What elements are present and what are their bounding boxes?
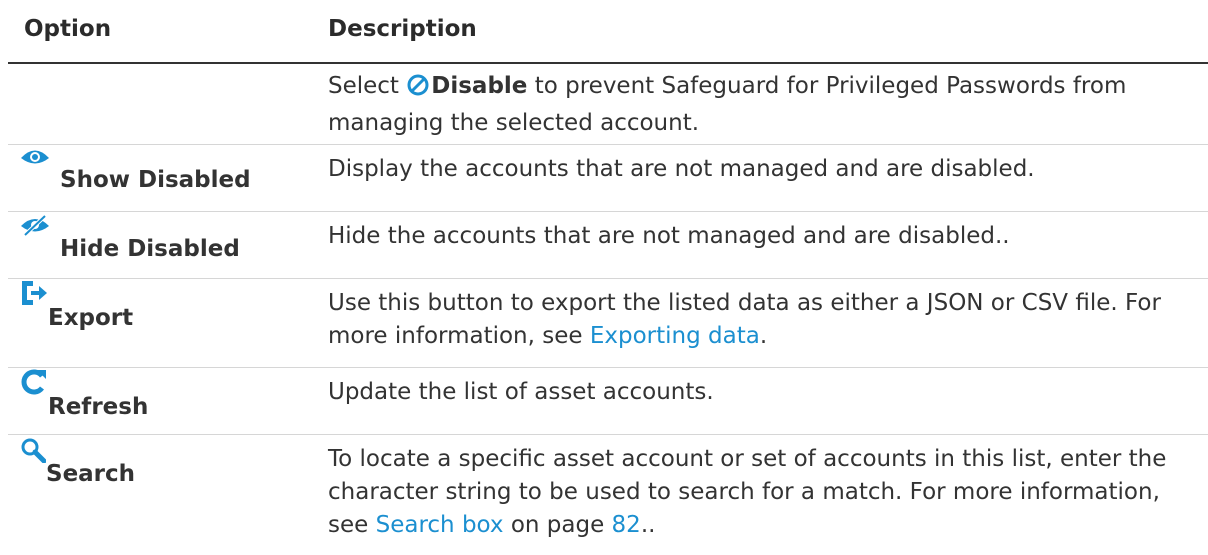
description-cell: Use this button to export the listed dat… — [328, 290, 1161, 349]
header-option: Option — [24, 16, 112, 42]
option-search: Search — [20, 438, 135, 487]
description-cell: Update the list of asset accounts. — [328, 379, 714, 405]
table-header: Option Description — [8, 0, 1208, 64]
table-row-refresh: Refresh Update the list of asset account… — [8, 368, 1208, 435]
option-export: Export — [20, 281, 133, 331]
description-cell: Display the accounts that are not manage… — [328, 156, 1035, 182]
description-cell: Hide the accounts that are not managed a… — [328, 223, 1010, 249]
table-row-export: Export Use this button to export the lis… — [8, 279, 1208, 368]
eye-slash-icon — [20, 214, 50, 242]
header-description: Description — [328, 16, 477, 42]
search-icon — [20, 437, 47, 469]
refresh-icon — [20, 368, 48, 402]
table-row-disable: Select Disable to prevent Safeguard for … — [8, 64, 1208, 145]
page-82-link[interactable]: 82 — [612, 512, 641, 538]
table-row-hide-disabled: Hide Disabled Hide the accounts that are… — [8, 212, 1208, 279]
search-box-link[interactable]: Search box — [376, 512, 504, 538]
table-row-show-disabled: Show Disabled Display the accounts that … — [8, 145, 1208, 212]
options-table: Option Description Select Disable to pre… — [8, 0, 1208, 555]
description-cell: Select Disable to prevent Safeguard for … — [328, 73, 1127, 136]
option-show-disabled: Show Disabled — [20, 150, 251, 193]
exporting-data-link[interactable]: Exporting data — [590, 323, 760, 349]
disable-icon — [406, 73, 430, 107]
table-row-search: Search To locate a specific asset accoun… — [8, 435, 1208, 555]
export-icon — [20, 279, 48, 313]
description-cell: To locate a specific asset account or se… — [328, 446, 1167, 538]
option-hide-disabled: Hide Disabled — [20, 214, 240, 262]
option-refresh: Refresh — [20, 369, 148, 420]
eye-icon — [20, 147, 50, 173]
